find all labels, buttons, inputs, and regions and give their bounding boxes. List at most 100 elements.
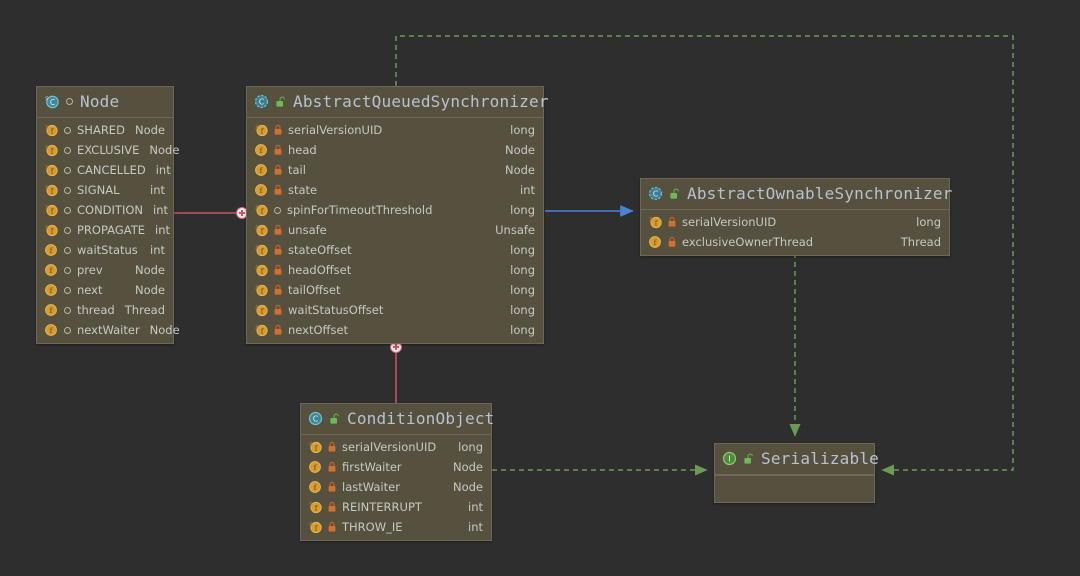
member-name: firstWaiter bbox=[342, 460, 402, 474]
field-icon: f bbox=[308, 480, 322, 494]
member-type: Unsafe bbox=[495, 223, 535, 237]
class-header-node[interactable]: C s Node bbox=[37, 87, 173, 118]
member-name: SIGNAL bbox=[77, 183, 120, 197]
member-name: exclusiveOwnerThread bbox=[682, 235, 814, 249]
member-row[interactable]: f s EXCLUSIVE Node bbox=[37, 140, 179, 160]
member-row[interactable]: f s REINTERRUPT int bbox=[301, 497, 491, 517]
svg-text:s: s bbox=[255, 203, 258, 211]
svg-text:s: s bbox=[309, 520, 312, 528]
member-type: int bbox=[468, 520, 483, 534]
member-row[interactable]: f exclusiveOwnerThread Thread bbox=[641, 232, 949, 252]
svg-text:s: s bbox=[45, 123, 48, 131]
member-row[interactable]: f nextWaiter Node bbox=[37, 320, 180, 340]
private-lock-icon bbox=[273, 264, 283, 276]
public-lock-icon bbox=[743, 453, 755, 465]
field-icon: f bbox=[254, 183, 268, 197]
member-type: Node bbox=[504, 143, 535, 157]
field-icon: f bbox=[308, 460, 322, 474]
member-row[interactable]: f s serialVersionUID long bbox=[301, 437, 491, 457]
class-header-aqs[interactable]: C AbstractQueuedSynchronizer bbox=[247, 87, 548, 118]
private-lock-icon bbox=[273, 144, 283, 156]
member-row[interactable]: f s THROW_IE int bbox=[301, 517, 491, 537]
member-row[interactable]: f s spinForTimeoutThreshold long bbox=[247, 200, 543, 220]
member-name: CONDITION bbox=[77, 203, 144, 217]
static-field-icon: f s bbox=[308, 520, 322, 534]
member-row[interactable]: f s serialVersionUID long bbox=[641, 212, 949, 232]
member-name: thread bbox=[77, 303, 115, 317]
member-type: Node bbox=[149, 143, 180, 157]
svg-text:C: C bbox=[313, 415, 319, 424]
member-row[interactable]: f s unsafe Unsafe bbox=[247, 220, 543, 240]
class-box-serializable[interactable]: I Serializable bbox=[714, 443, 879, 503]
uml-diagram-canvas[interactable]: C s Node f s SHARED Node f s EXCLUSIVE Node f… bbox=[0, 0, 1080, 576]
member-name: head bbox=[288, 143, 317, 157]
member-row[interactable]: f state int bbox=[247, 180, 543, 200]
member-row[interactable]: f s PROPAGATE int bbox=[37, 220, 173, 240]
static-field-icon: f s bbox=[308, 500, 322, 514]
member-row[interactable]: f s CANCELLED int bbox=[37, 160, 173, 180]
member-row[interactable]: f s SHARED Node bbox=[37, 120, 173, 140]
class-title: AbstractOwnableSynchronizer bbox=[687, 184, 953, 203]
member-name: SHARED bbox=[77, 123, 125, 137]
member-type: int bbox=[468, 500, 483, 514]
member-name: unsafe bbox=[288, 223, 327, 237]
class-box-aos[interactable]: C AbstractOwnableSynchronizer f s serial… bbox=[640, 178, 952, 256]
member-type: Thread bbox=[900, 235, 941, 249]
member-type: Node bbox=[149, 323, 180, 337]
member-row[interactable]: f s waitStatusOffset long bbox=[247, 300, 543, 320]
member-type: Node bbox=[452, 480, 483, 494]
member-list: f s serialVersionUID long f exclusiveOwne… bbox=[641, 210, 949, 255]
static-field-icon: f s bbox=[44, 203, 58, 217]
member-row[interactable]: f s CONDITION int bbox=[37, 200, 173, 220]
private-lock-icon bbox=[273, 244, 283, 256]
class-header-conditionobject[interactable]: C ConditionObject bbox=[301, 404, 494, 435]
private-lock-icon bbox=[327, 521, 337, 533]
package-private-dot-icon bbox=[64, 286, 71, 294]
member-type: int bbox=[150, 183, 165, 197]
abstract-class-icon: C bbox=[648, 186, 663, 201]
class-header-aos[interactable]: C AbstractOwnableSynchronizer bbox=[641, 179, 952, 210]
member-type: int bbox=[155, 163, 171, 177]
private-lock-icon bbox=[327, 481, 337, 493]
svg-text:s: s bbox=[255, 323, 258, 331]
member-row[interactable]: f waitStatus int bbox=[37, 240, 173, 260]
member-row[interactable]: f firstWaiter Node bbox=[301, 457, 491, 477]
member-type: long bbox=[510, 243, 535, 257]
member-row[interactable]: f s headOffset long bbox=[247, 260, 543, 280]
svg-text:s: s bbox=[255, 223, 258, 231]
member-row[interactable]: f head Node bbox=[247, 140, 543, 160]
private-lock-icon bbox=[273, 224, 283, 236]
member-row[interactable]: f s stateOffset long bbox=[247, 240, 543, 260]
member-row[interactable]: f tail Node bbox=[247, 160, 543, 180]
svg-text:s: s bbox=[255, 263, 258, 271]
member-name: tail bbox=[288, 163, 306, 177]
class-header-serializable[interactable]: I Serializable bbox=[715, 444, 879, 475]
public-lock-icon bbox=[669, 188, 681, 200]
class-box-aqs[interactable]: C AbstractQueuedSynchronizer f s serialV… bbox=[246, 86, 548, 344]
member-name: waitStatusOffset bbox=[288, 303, 384, 317]
static-field-icon: f s bbox=[254, 223, 268, 237]
class-box-node[interactable]: C s Node f s SHARED Node f s EXCLUSIVE Node f… bbox=[36, 86, 180, 344]
member-row[interactable]: f prev Node bbox=[37, 260, 173, 280]
member-row[interactable]: f s serialVersionUID long bbox=[247, 120, 543, 140]
field-icon: f bbox=[44, 263, 58, 277]
static-field-icon: f s bbox=[254, 283, 268, 297]
member-type: long bbox=[510, 123, 535, 137]
package-private-dot-icon bbox=[64, 326, 71, 334]
member-row[interactable]: f next Node bbox=[37, 280, 173, 300]
member-name: PROPAGATE bbox=[77, 223, 146, 237]
svg-text:s: s bbox=[255, 123, 258, 131]
member-name: headOffset bbox=[288, 263, 352, 277]
private-lock-icon bbox=[327, 461, 337, 473]
member-row[interactable]: f s SIGNAL int bbox=[37, 180, 173, 200]
member-row[interactable]: f s tailOffset long bbox=[247, 280, 543, 300]
member-type: long bbox=[458, 440, 483, 454]
member-list: f s serialVersionUID long f head Node f ta… bbox=[247, 118, 543, 343]
member-row[interactable]: f thread Thread bbox=[37, 300, 173, 320]
member-row[interactable]: f lastWaiter Node bbox=[301, 477, 491, 497]
member-list: f s serialVersionUID long f firstWaiter No… bbox=[301, 435, 491, 540]
class-box-conditionobject[interactable]: C ConditionObject f s serialVersionUID lo… bbox=[300, 403, 494, 541]
member-type: Node bbox=[504, 163, 535, 177]
package-private-dot-icon bbox=[274, 206, 281, 214]
member-row[interactable]: f s nextOffset long bbox=[247, 320, 543, 340]
